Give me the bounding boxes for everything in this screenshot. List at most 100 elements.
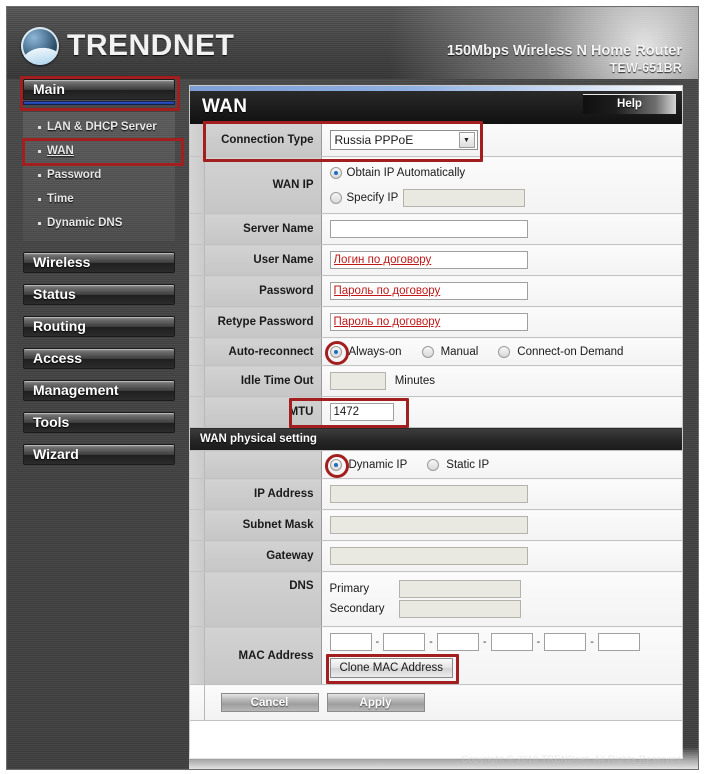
apply-button[interactable]: Apply (326, 693, 425, 712)
table-row: Auto-reconnect Always-on Manual Connect-… (190, 337, 682, 366)
connection-type-label: Connection Type (204, 124, 322, 157)
row-spacer (190, 626, 205, 685)
radio-obtain-ip-automatically[interactable] (329, 166, 342, 179)
bullet-icon (38, 197, 41, 201)
gateway-input[interactable] (329, 547, 528, 565)
row-spacer (190, 275, 205, 307)
wan-ip-specify-option[interactable]: Specify IP (329, 188, 675, 207)
idle-timeout-unit: Minutes (394, 375, 435, 388)
mac-octet-input[interactable] (544, 633, 587, 651)
sidebar-item-routing[interactable]: Routing (23, 316, 175, 337)
sidebar-item-label: Status (33, 286, 76, 302)
table-row: IP Address (190, 478, 682, 510)
table-row: MAC Address - - - - - Clone MAC Address (190, 626, 682, 685)
user-name-input[interactable] (329, 251, 528, 269)
mac-octet-input[interactable] (436, 633, 479, 651)
row-spacer (190, 365, 205, 397)
password-input[interactable] (329, 282, 528, 300)
subnet-mask-field (321, 509, 682, 541)
row-spacer (190, 540, 205, 572)
dns-secondary-input[interactable] (398, 600, 521, 618)
wan-ip-label: WAN IP (204, 156, 322, 214)
copyright-text: Copyright © 2010 TRENDnet. All Rights Re… (461, 754, 684, 765)
radio-dynamic-ip[interactable] (329, 458, 342, 471)
sidebar-item-main-label: Main (33, 81, 65, 97)
table-row: WAN IP Obtain IP Automatically Specify I… (190, 156, 682, 214)
bullet-icon (38, 173, 41, 177)
idle-timeout-field: Minutes (321, 365, 682, 397)
sidebar-item-label: LAN & DHCP Server (47, 121, 157, 133)
sidebar-item-lan-dhcp-server[interactable]: LAN & DHCP Server (23, 115, 175, 139)
sidebar-item-wan[interactable]: WAN (23, 139, 175, 163)
sidebar-item-main[interactable]: Main (23, 79, 175, 100)
table-row: Connection Type Russia PPPoE ▼ (190, 124, 682, 157)
sidebar-item-wireless[interactable]: Wireless (23, 252, 175, 273)
radio-specify-ip[interactable] (329, 191, 342, 204)
product-model: TEW-651BR (609, 60, 682, 75)
mac-separator: - (429, 636, 433, 648)
product-info: 150Mbps Wireless N Home Router TEW-651BR (447, 43, 682, 76)
sidebar-nav: Main LAN & DHCP Server WAN Password Time… (7, 79, 189, 769)
idle-timeout-input[interactable] (329, 372, 386, 390)
auto-reconnect-field: Always-on Manual Connect-on Demand (321, 337, 682, 366)
wan-ip-field: Obtain IP Automatically Specify IP (321, 156, 682, 214)
sidebar-item-access[interactable]: Access (23, 348, 175, 369)
sidebar-item-dynamic-dns[interactable]: Dynamic DNS (23, 211, 175, 235)
mac-octet-input[interactable] (383, 633, 426, 651)
mac-octet-input[interactable] (329, 633, 372, 651)
sidebar-item-label: WAN (47, 145, 74, 157)
sidebar-item-password[interactable]: Password (23, 163, 175, 187)
clone-mac-address-button[interactable]: Clone MAC Address (329, 658, 454, 678)
dns-label: DNS (204, 571, 322, 627)
subnet-mask-input[interactable] (329, 516, 528, 534)
form-actions: Cancel Apply (204, 684, 682, 721)
connection-type-select[interactable]: Russia PPPoE ▼ (329, 130, 478, 150)
sidebar-item-tools[interactable]: Tools (23, 412, 175, 433)
row-spacer (190, 156, 205, 214)
row-spacer (190, 450, 205, 479)
row-spacer (190, 571, 205, 627)
bullet-icon (38, 221, 41, 225)
radio-label: Manual (440, 345, 479, 358)
radio-static-ip[interactable] (427, 458, 440, 471)
radio-label: Obtain IP Automatically (346, 166, 466, 179)
wan-settings-form: Connection Type Russia PPPoE ▼ WAN IP Ob… (190, 124, 682, 721)
sidebar-item-status[interactable]: Status (23, 284, 175, 305)
form-actions-row: Cancel Apply (190, 684, 682, 721)
ip-address-input[interactable] (329, 485, 528, 503)
radio-manual[interactable] (421, 345, 434, 358)
specify-ip-input[interactable] (403, 188, 526, 207)
radio-label: Always-on (348, 345, 402, 358)
mtu-field (321, 396, 682, 428)
retype-password-input[interactable] (329, 313, 528, 331)
sidebar-item-management[interactable]: Management (23, 380, 175, 401)
mac-octet-input[interactable] (490, 633, 533, 651)
server-name-label: Server Name (204, 213, 322, 245)
dns-primary-input[interactable] (398, 580, 521, 598)
retype-password-field (321, 306, 682, 338)
table-row: MTU (190, 396, 682, 428)
mac-separator: - (590, 636, 594, 648)
row-spacer (190, 684, 205, 721)
table-row: Gateway (190, 540, 682, 572)
table-row: Idle Time Out Minutes (190, 365, 682, 397)
radio-connect-on-demand[interactable] (498, 345, 511, 358)
help-button[interactable]: Help (583, 94, 676, 114)
auto-reconnect-label: Auto-reconnect (204, 337, 322, 366)
retype-password-label: Retype Password (204, 306, 322, 338)
cancel-button[interactable]: Cancel (220, 693, 319, 712)
mac-address-label: MAC Address (204, 626, 322, 685)
sidebar-item-label: Password (47, 169, 102, 181)
sidebar-item-wizard[interactable]: Wizard (23, 444, 175, 465)
radio-always-on[interactable] (329, 345, 342, 358)
connection-type-value: Russia PPPoE (334, 133, 414, 147)
wan-ip-auto-option[interactable]: Obtain IP Automatically (329, 163, 675, 182)
sidebar-item-time[interactable]: Time (23, 187, 175, 211)
mtu-input[interactable] (329, 403, 394, 421)
app-shell: TRENDNET 150Mbps Wireless N Home Router … (6, 6, 699, 770)
mac-octet-input[interactable] (597, 633, 640, 651)
sidebar-item-label: Wireless (33, 254, 91, 270)
server-name-input[interactable] (329, 220, 528, 238)
sidebar-item-label: Wizard (33, 446, 79, 462)
chevron-down-icon[interactable]: ▼ (458, 132, 475, 148)
